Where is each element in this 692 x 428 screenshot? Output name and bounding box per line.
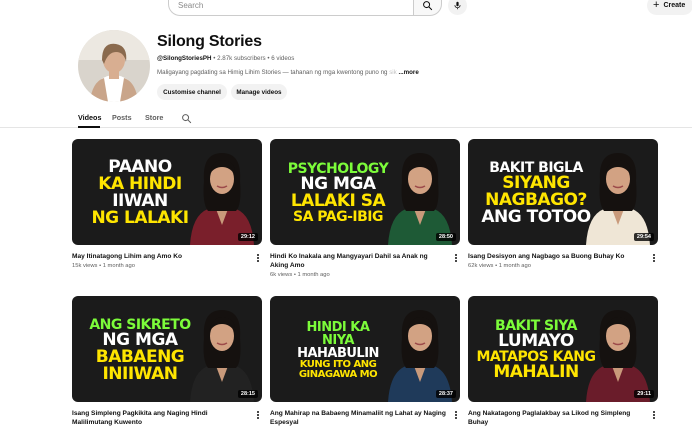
video-duration: 29:54	[633, 233, 654, 241]
video-duration: 29:11	[634, 390, 654, 398]
search-icon	[423, 0, 433, 10]
more-options-icon[interactable]	[650, 410, 658, 420]
video-title[interactable]: Isang Desisyon ang Nagbago sa Buong Buha…	[468, 253, 644, 262]
channel-avatar[interactable]	[78, 30, 150, 102]
more-options-icon[interactable]	[254, 410, 262, 420]
thumbnail-text-line: HAHABULIN	[297, 345, 379, 361]
video-title[interactable]: Hindi Ko Inakala ang Mangyayari Dahil sa…	[270, 253, 446, 271]
thumbnail-text-line: BABAENG	[95, 346, 185, 367]
video-duration: 29:12	[237, 233, 258, 241]
more-options-icon[interactable]	[650, 253, 658, 263]
thumbnail-headline: BAKIT BIGLA SIYANG NAGBAGO? ANG TOTOO	[472, 143, 600, 243]
video-title[interactable]: May Itinatagong Lihim ang Amo Ko	[72, 253, 248, 262]
search-icon	[182, 114, 192, 124]
video-thumbnail[interactable]: PSYCHOLOGY NG MGA LALAKI SA SA PAG-IBIG 28:…	[270, 139, 460, 245]
thumbnail-headline: ANG SIKRETO NG MGA BABAENG INIIWAN	[76, 300, 204, 400]
channel-name: Silong Stories	[157, 33, 262, 50]
search-input[interactable]: Search	[168, 0, 414, 16]
thumbnail-text-line: GINAGAWA MO	[298, 368, 378, 380]
video-meta: 6k views • 1 month ago	[270, 272, 330, 278]
thumbnail-text-line: LUMAYO	[498, 331, 574, 351]
view-count: 15k views	[72, 263, 98, 269]
video-meta: 62k views • 1 month ago	[468, 263, 531, 269]
video-title[interactable]: Ang Mahirap na Babaeng Minamaliit ng Lah…	[270, 410, 446, 428]
more-link[interactable]: ...more	[398, 69, 418, 76]
video-title[interactable]: Ang Nakatagong Paglalakbay sa Likod ng S…	[468, 410, 644, 428]
thumbnail-headline: PSYCHOLOGY NG MGA LALAKI SA SA PAG-IBIG	[274, 143, 402, 243]
channel-description[interactable]: Maligayang pagdating sa Himig Lihim Stor…	[157, 69, 419, 76]
description-text: Maligayang pagdating sa Himig Lihim Stor…	[157, 69, 390, 76]
thumbnail-text-line: NIYA	[322, 332, 354, 348]
thumbnail-text-line: HINDI KA	[306, 319, 370, 335]
video-title[interactable]: Isang Simpleng Pagkikita ang Naging Hind…	[72, 410, 248, 428]
presenter-image	[586, 153, 650, 245]
upload-age: 1 month ago	[498, 263, 531, 269]
top-bar: Search + Create	[0, 0, 692, 18]
manage-videos-button[interactable]: Manage videos	[231, 84, 287, 100]
video-duration: 28:37	[435, 390, 456, 398]
upload-age: 1 month ago	[102, 263, 135, 269]
tab-posts[interactable]: Posts	[112, 113, 132, 122]
plus-icon: +	[653, 0, 660, 11]
thumbnail-text-line: SIYANG	[502, 172, 570, 193]
create-button[interactable]: + Create	[647, 0, 692, 15]
presenter-image	[586, 310, 650, 402]
customise-channel-button[interactable]: Customise channel	[157, 84, 227, 100]
tab-videos[interactable]: Videos	[78, 113, 101, 122]
thumbnail-text-line: INIIWAN	[102, 363, 178, 384]
channel-meta: @SilongStoriesPH • 2.87k subscribers • 6…	[157, 55, 295, 62]
video-duration: 28:50	[435, 233, 456, 241]
thumbnail-headline: HINDI KA NIYA HAHABULIN KUNG ITO ANG GINAGAW…	[274, 300, 402, 400]
thumbnail-text-line: LALAKI SA	[290, 191, 386, 211]
thumbnail-text-line: KUNG ITO ANG	[299, 358, 377, 370]
voice-search-button[interactable]	[448, 0, 467, 15]
video-thumbnail[interactable]: BAKIT BIGLA SIYANG NAGBAGO? ANG TOTOO 29:54	[468, 139, 658, 245]
video-meta: 15k views • 1 month ago	[72, 263, 135, 269]
video-thumbnail[interactable]: BAKIT SIYA LUMAYO MATAPOS KANG MAHALIN 29:1…	[468, 296, 658, 402]
search-button[interactable]	[413, 0, 442, 16]
more-options-icon[interactable]	[452, 253, 460, 263]
tab-store[interactable]: Store	[145, 113, 163, 122]
description-faded-text: sik	[389, 69, 397, 76]
view-count: 62k views	[468, 263, 494, 269]
video-count: 6 videos	[271, 55, 295, 62]
channel-handle: @SilongStoriesPH	[157, 55, 212, 62]
thumbnail-text-line: NG MGA	[102, 329, 178, 350]
thumbnail-headline: PAANO KA HINDI IIWAN NG LALAKI	[76, 143, 204, 243]
presenter-image	[388, 153, 452, 245]
presenter-image	[190, 153, 254, 245]
more-options-icon[interactable]	[254, 253, 262, 263]
thumbnail-text-line: MAHALIN	[493, 362, 579, 382]
thumbnail-text-line: SA PAG-IBIG	[293, 209, 383, 225]
thumbnail-text-line: NAGBAGO?	[485, 189, 587, 210]
thumbnail-text-line: NG LALAKI	[91, 208, 189, 228]
video-thumbnail[interactable]: HINDI KA NIYA HAHABULIN KUNG ITO ANG GINAGAW…	[270, 296, 460, 402]
presenter-image	[190, 310, 254, 402]
subscriber-count: 2.87k subscribers	[217, 55, 266, 62]
channel-tabs: Videos Posts Store	[0, 108, 692, 128]
active-tab-indicator	[78, 126, 100, 128]
tab-search-button[interactable]	[181, 111, 192, 129]
view-count: 6k views	[270, 272, 293, 278]
microphone-icon	[454, 1, 461, 10]
video-duration: 28:15	[237, 390, 258, 398]
create-label: Create	[663, 2, 686, 9]
thumbnail-text-line: ANG TOTOO	[481, 206, 591, 227]
video-thumbnail[interactable]: PAANO KA HINDI IIWAN NG LALAKI 29:12	[72, 139, 262, 245]
presenter-image	[388, 310, 452, 402]
thumbnail-headline: BAKIT SIYA LUMAYO MATAPOS KANG MAHALIN	[472, 300, 600, 400]
more-options-icon[interactable]	[452, 410, 460, 420]
video-thumbnail[interactable]: ANG SIKRETO NG MGA BABAENG INIIWAN 28:15	[72, 296, 262, 402]
upload-age: 1 month ago	[297, 272, 330, 278]
